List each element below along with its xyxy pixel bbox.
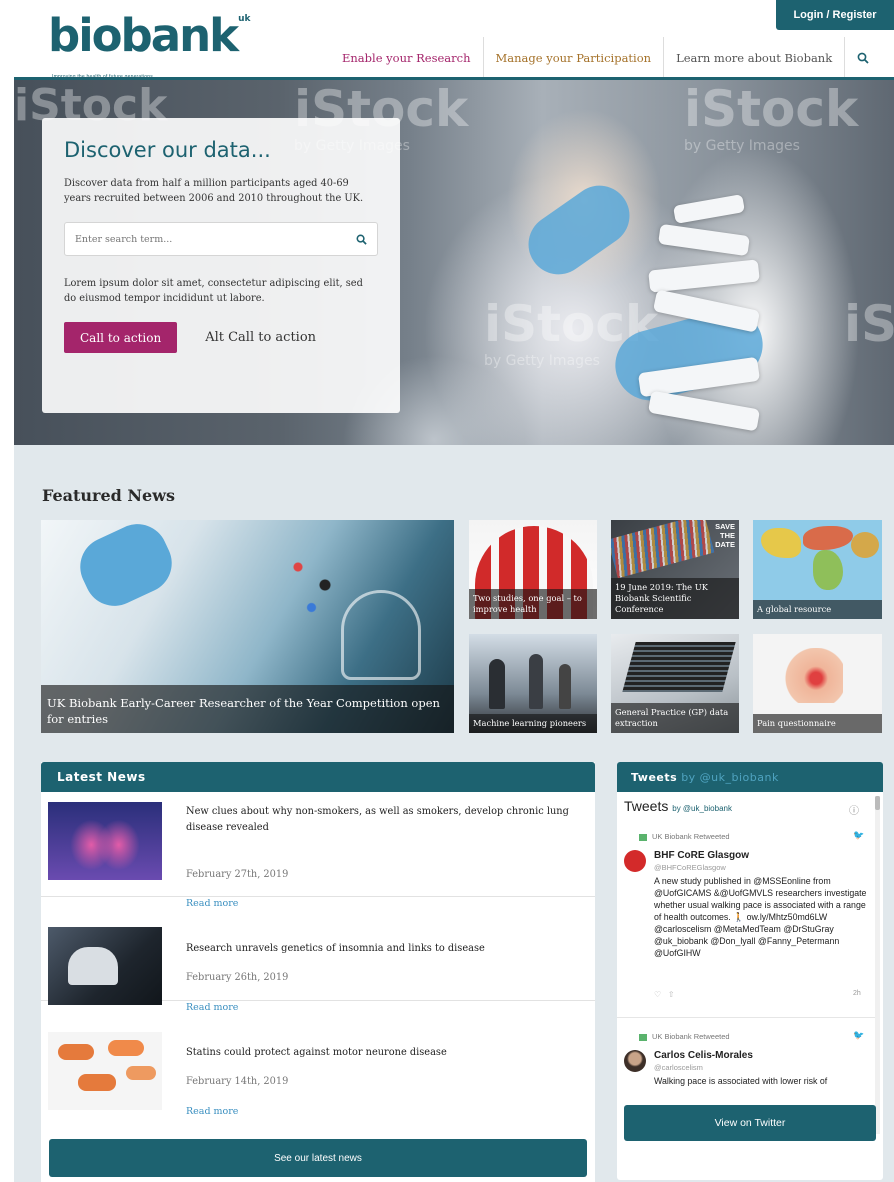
watermark: iStock — [844, 295, 894, 353]
tile-photo-dna — [611, 520, 715, 579]
logo-text: biobank — [48, 9, 239, 62]
featured-tile-caption: 19 June 2019: The UK Biobank Scientific … — [611, 578, 739, 619]
tile-photo-hand — [783, 648, 843, 703]
featured-tile-caption: Machine learning pioneers — [469, 714, 597, 733]
news-thumbnail-insomnia[interactable] — [48, 927, 162, 1005]
nav-enable-research[interactable]: Enable your Research — [330, 37, 484, 80]
featured-tile-caption: Pain questionnaire — [753, 714, 882, 733]
twitter-widget-title: Tweets by @uk_biobank — [624, 798, 732, 814]
news-title[interactable]: New clues about why non-smokers, as well… — [186, 804, 586, 836]
call-to-action-button[interactable]: Call to action — [64, 322, 178, 353]
featured-tile-caption: Two studies, one goal – to improve healt… — [469, 589, 597, 619]
hero-title: Discover our data... — [64, 138, 271, 162]
tile-photo-map — [761, 528, 801, 558]
retweeted-label: UK Biobank Retweeted — [639, 832, 730, 841]
tweets-scrollbar[interactable] — [875, 796, 880, 1134]
featured-tile-caption: A global resource — [753, 600, 882, 619]
featured-tile[interactable]: Pain questionnaire — [753, 634, 882, 733]
logo-wordmark: biobank uk — [48, 9, 251, 71]
news-thumbnail-statins[interactable] — [48, 1032, 162, 1110]
tile-photo-people — [489, 659, 505, 709]
news-item: Research unravels genetics of insomnia a… — [41, 897, 595, 1013]
search-icon[interactable] — [356, 234, 367, 245]
featured-tile[interactable]: A global resource — [753, 520, 882, 619]
featured-tile[interactable]: General Practice (GP) data extraction — [611, 634, 739, 733]
tweet-text: Walking pace is associated with lower ri… — [654, 1076, 828, 1086]
nav-manage-participation[interactable]: Manage your Participation — [483, 37, 665, 80]
retweeted-label: UK Biobank Retweeted — [639, 1032, 730, 1041]
hero-lorem: Lorem ipsum dolor sit amet, consectetur … — [64, 278, 363, 304]
main-nav: Enable your Research Manage your Partici… — [330, 37, 881, 80]
data-search-input[interactable] — [75, 233, 325, 245]
save-the-date-label: SAVE THE DATE — [715, 522, 735, 549]
tweet-time: 2h — [853, 990, 861, 997]
tweet-author-name[interactable]: Carlos Celis-Morales — [654, 1050, 753, 1061]
alt-call-to-action-link[interactable]: Alt Call to action — [205, 330, 316, 345]
avatar[interactable] — [624, 850, 646, 872]
data-search-box — [64, 222, 378, 256]
view-on-twitter-button[interactable]: View on Twitter — [624, 1105, 876, 1141]
logo-suffix: uk — [238, 14, 251, 24]
discover-card: Discover our data... Discover data from … — [42, 118, 400, 413]
latest-news-header: Latest News — [41, 762, 595, 792]
featured-tile[interactable]: Two studies, one goal – to improve healt… — [469, 520, 597, 619]
search-icon — [857, 52, 869, 64]
news-item: Statins could protect against motor neur… — [41, 1001, 595, 1117]
hero-banner: iStock iStockby Getty Images iStockby Ge… — [14, 80, 894, 445]
nav-learn-more[interactable]: Learn more about Biobank — [664, 37, 846, 79]
news-title[interactable]: Statins could protect against motor neur… — [186, 1045, 586, 1061]
featured-tile[interactable]: Machine learning pioneers — [469, 634, 597, 733]
featured-tile-caption: UK Biobank Early-Career Researcher of th… — [41, 685, 454, 733]
tile-photo-glove — [70, 520, 182, 616]
see-latest-news-button[interactable]: See our latest news — [49, 1139, 587, 1177]
watermark: iStockby Getty Images — [684, 80, 859, 154]
twitter-bird-icon[interactable]: 🐦 — [853, 1030, 864, 1041]
hero-photo-glove — [516, 173, 642, 287]
read-more-link[interactable]: Read more — [186, 1106, 238, 1117]
tile-photo-molecule — [271, 540, 361, 630]
info-icon[interactable]: ⓘ — [849, 802, 859, 817]
tweet-text: A new study published in @MSSEonline fro… — [654, 876, 867, 958]
biobank-logo[interactable]: biobankuk Improving the health of future… — [48, 9, 251, 80]
nav-search-button[interactable] — [845, 37, 881, 79]
tweet-author-name[interactable]: BHF CoRE Glasgow — [654, 850, 749, 861]
tweet-actions[interactable]: ♡ ⇧ — [654, 990, 675, 999]
featured-tile[interactable]: UK Biobank Early-Career Researcher of th… — [41, 520, 454, 733]
tile-photo-laptop — [622, 642, 736, 692]
latest-news-panel: Latest News New clues about why non-smok… — [41, 762, 595, 1182]
featured-tile-caption: General Practice (GP) data extraction — [611, 703, 739, 733]
news-date: February 27th, 2019 — [186, 869, 289, 880]
tweets-header: Tweets by @uk_biobank — [617, 762, 883, 792]
login-register-button[interactable]: Login / Register — [776, 0, 894, 30]
tweets-panel: Tweets by @uk_biobank Tweets by @uk_bioba… — [617, 762, 883, 1180]
news-item: New clues about why non-smokers, as well… — [41, 792, 595, 909]
news-title[interactable]: Research unravels genetics of insomnia a… — [186, 941, 586, 957]
featured-news-title: Featured News — [42, 486, 176, 505]
featured-tile[interactable]: SAVE THE DATE 19 June 2019: The UK Bioba… — [611, 520, 739, 619]
tweet-divider — [617, 1017, 875, 1018]
tweet-author-handle[interactable]: @carloscelism — [654, 1063, 703, 1072]
news-date: February 26th, 2019 — [186, 972, 289, 983]
news-date: February 14th, 2019 — [186, 1076, 289, 1087]
tweet-author-handle[interactable]: @BHFCoREGlasgow — [654, 863, 726, 872]
hero-intro: Discover data from half a million partic… — [64, 178, 364, 204]
avatar[interactable] — [624, 1050, 646, 1072]
twitter-bird-icon[interactable]: 🐦 — [853, 830, 864, 841]
news-thumbnail-lungs[interactable] — [48, 802, 162, 880]
